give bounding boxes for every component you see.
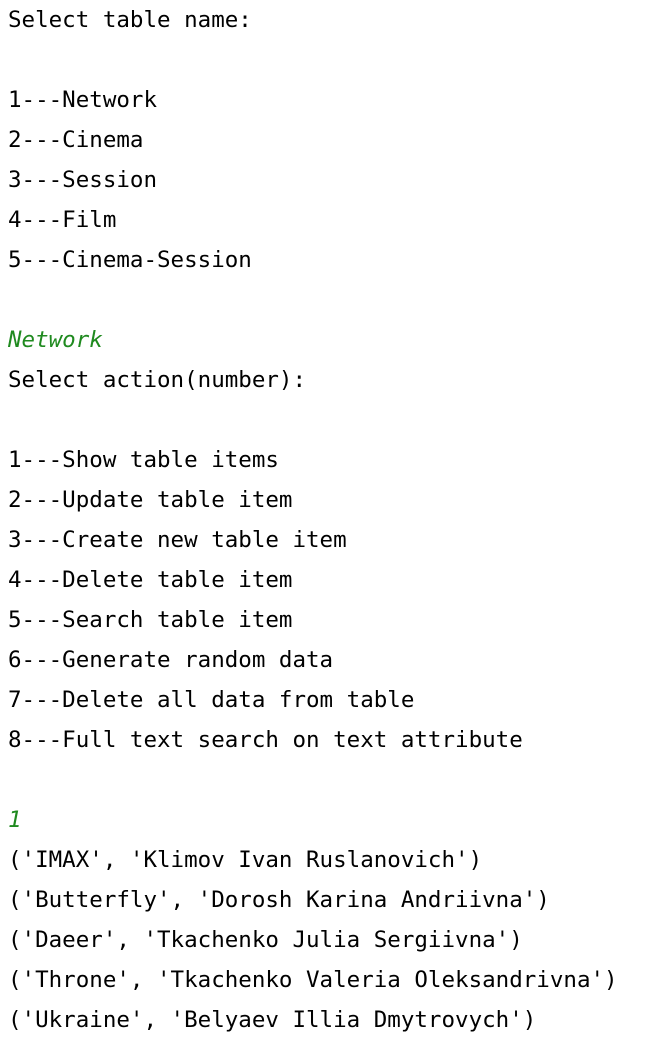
table-menu-option: 2---Cinema: [8, 127, 144, 153]
action-menu-option: 3---Create new table item: [8, 527, 347, 553]
action-choice-input[interactable]: 1: [8, 800, 644, 840]
action-menu-option: 5---Search table item: [8, 607, 293, 633]
action-menu-option: 8---Full text search on text attribute: [8, 727, 523, 753]
action-menu-option: 7---Delete all data from table: [8, 687, 415, 713]
action-menu-prompt: Select action(number):: [8, 367, 307, 393]
result-row: ('Butterfly', 'Dorosh Karina Andriivna'): [8, 887, 550, 913]
result-row: ('Daeer', 'Tkachenko Julia Sergiivna'): [8, 927, 523, 953]
table-menu-option: 4---Film: [8, 207, 117, 233]
result-row: ('Throne', 'Tkachenko Valeria Oleksandri…: [8, 967, 618, 993]
table-menu-option: 3---Session: [8, 167, 158, 193]
action-menu-option: 1---Show table items: [8, 447, 279, 473]
table-menu-option: 5---Cinema-Session: [8, 247, 252, 273]
result-row: ('Ukraine', 'Belyaev Illia Dmytrovych'): [8, 1007, 537, 1033]
table-menu-prompt: Select table name:: [8, 7, 252, 33]
action-menu-option: 4---Delete table item: [8, 567, 293, 593]
table-choice-input[interactable]: Network: [8, 320, 644, 360]
result-row: ('IMAX', 'Klimov Ivan Ruslanovich'): [8, 847, 483, 873]
action-menu-option: 2---Update table item: [8, 487, 293, 513]
console-output: Select table name: 1---Network 2---Cinem…: [8, 0, 644, 1040]
action-menu-option: 6---Generate random data: [8, 647, 334, 673]
table-menu-option: 1---Network: [8, 87, 158, 113]
